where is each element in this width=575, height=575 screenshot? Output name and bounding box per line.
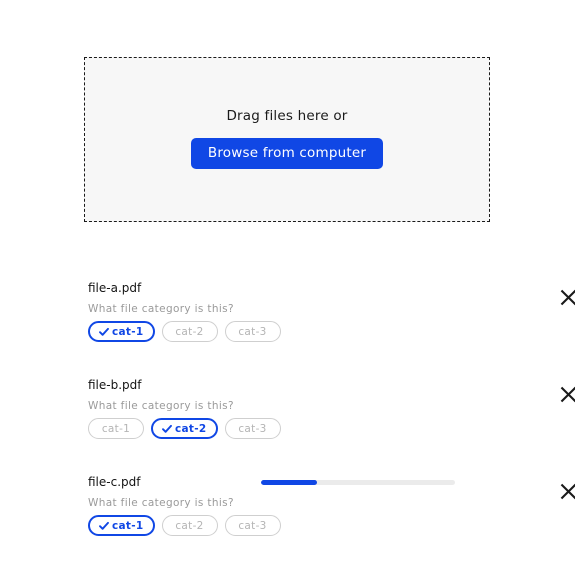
file-row-header: file-a.pdf (88, 279, 575, 305)
check-icon (162, 424, 172, 434)
category-chip[interactable]: cat-3 (224, 418, 281, 439)
close-icon (560, 386, 575, 403)
category-question-label: What file category is this? (88, 400, 234, 412)
dropzone-prompt: Drag files here or (226, 108, 348, 125)
category-option-group: cat-1 cat-2 cat-3 (88, 515, 281, 536)
file-dropzone[interactable]: Drag files here or Browse from computer (84, 57, 490, 222)
category-chip-label: cat-1 (101, 422, 131, 435)
file-row: file-c.pdf What file category is this? cat… (0, 460, 575, 557)
browse-from-computer-button[interactable]: Browse from computer (190, 137, 384, 169)
category-chip-selected[interactable]: cat-1 (88, 321, 155, 342)
category-chip-label: cat-2 (175, 325, 204, 338)
upload-progress-bar (261, 480, 455, 485)
category-chip-label: cat-3 (238, 325, 267, 338)
category-chip-selected[interactable]: cat-2 (151, 418, 218, 439)
category-chip[interactable]: cat-2 (161, 321, 218, 342)
remove-file-button[interactable] (559, 385, 575, 403)
file-row: file-b.pdf What file category is this? cat… (0, 363, 575, 460)
category-chip-label: cat-3 (238, 519, 267, 532)
category-chip-label: cat-1 (112, 519, 144, 532)
file-upload-page: Drag files here or Browse from computer … (0, 0, 575, 575)
category-option-group: cat-1 cat-2 cat-3 (88, 418, 281, 439)
remove-file-button[interactable] (559, 288, 575, 306)
check-icon (99, 327, 109, 337)
category-chip[interactable]: cat-3 (224, 321, 281, 342)
category-question-label: What file category is this? (88, 303, 234, 315)
file-name: file-c.pdf (88, 475, 141, 489)
category-chip-selected[interactable]: cat-1 (88, 515, 155, 536)
category-chip[interactable]: cat-1 (88, 418, 144, 439)
close-icon (560, 289, 575, 306)
file-row-header: file-c.pdf (88, 473, 575, 499)
file-row: file-a.pdf What file category is this? cat… (0, 266, 575, 363)
category-question-label: What file category is this? (88, 497, 234, 509)
category-chip-label: cat-3 (238, 422, 267, 435)
category-chip-label: cat-1 (112, 325, 144, 338)
category-option-group: cat-1 cat-2 cat-3 (88, 321, 281, 342)
file-row-header: file-b.pdf (88, 376, 575, 402)
remove-file-button[interactable] (559, 482, 575, 500)
file-name: file-a.pdf (88, 281, 142, 295)
close-icon (560, 483, 575, 500)
uploaded-file-list: file-a.pdf What file category is this? cat… (0, 266, 575, 557)
category-chip-label: cat-2 (175, 519, 204, 532)
category-chip-label: cat-2 (175, 422, 207, 435)
category-chip[interactable]: cat-3 (224, 515, 281, 536)
check-icon (99, 521, 109, 531)
file-name: file-b.pdf (88, 378, 142, 392)
category-chip[interactable]: cat-2 (161, 515, 218, 536)
upload-progress-fill (261, 480, 318, 485)
